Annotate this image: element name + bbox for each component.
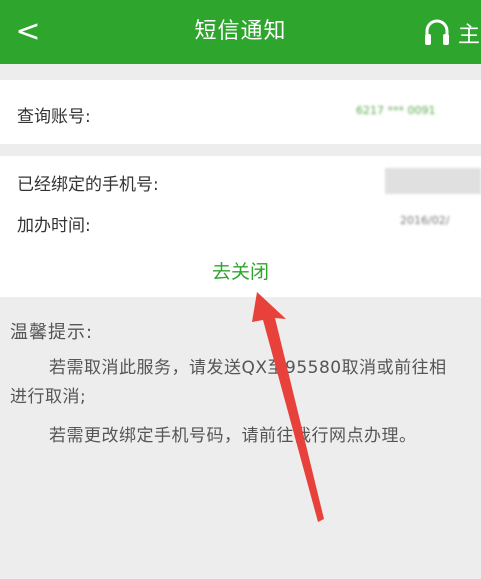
customer-service-button[interactable]: 主 <box>424 16 480 50</box>
account-label: 查询账号: <box>17 107 91 127</box>
close-service-button[interactable]: 去关闭 <box>0 241 481 297</box>
added-time-label: 加办时间: <box>17 216 91 236</box>
tips-section: 温馨提示: 若需取消此服务，请发送QX至95580取消或前往相 进行取消; 若需… <box>0 297 481 579</box>
page-title: 短信通知 <box>194 19 287 44</box>
tips-title: 温馨提示: <box>10 322 94 343</box>
customer-service-label: 主 <box>458 23 481 48</box>
bound-phone-number <box>385 168 481 194</box>
bound-phone-label: 已经绑定的手机号: <box>17 175 159 195</box>
tips-change-phone-line: 若需更改绑定手机号码，请前往我行网点办理。 <box>49 426 417 446</box>
added-time-value: 2016/02/ <box>400 214 450 227</box>
account-number: 6217 *** 0091 <box>356 104 436 117</box>
account-card: 查询账号: 6217 *** 0091 <box>0 80 481 144</box>
binding-card: 已经绑定的手机号: 加办时间: 2016/02/ <box>0 156 481 241</box>
tips-cancel-line-cont: 进行取消; <box>10 387 87 407</box>
header-bar: < 短信通知 主 <box>0 0 481 64</box>
headset-icon <box>425 19 449 45</box>
tips-cancel-line: 若需取消此服务，请发送QX至95580取消或前往相 <box>49 358 447 378</box>
